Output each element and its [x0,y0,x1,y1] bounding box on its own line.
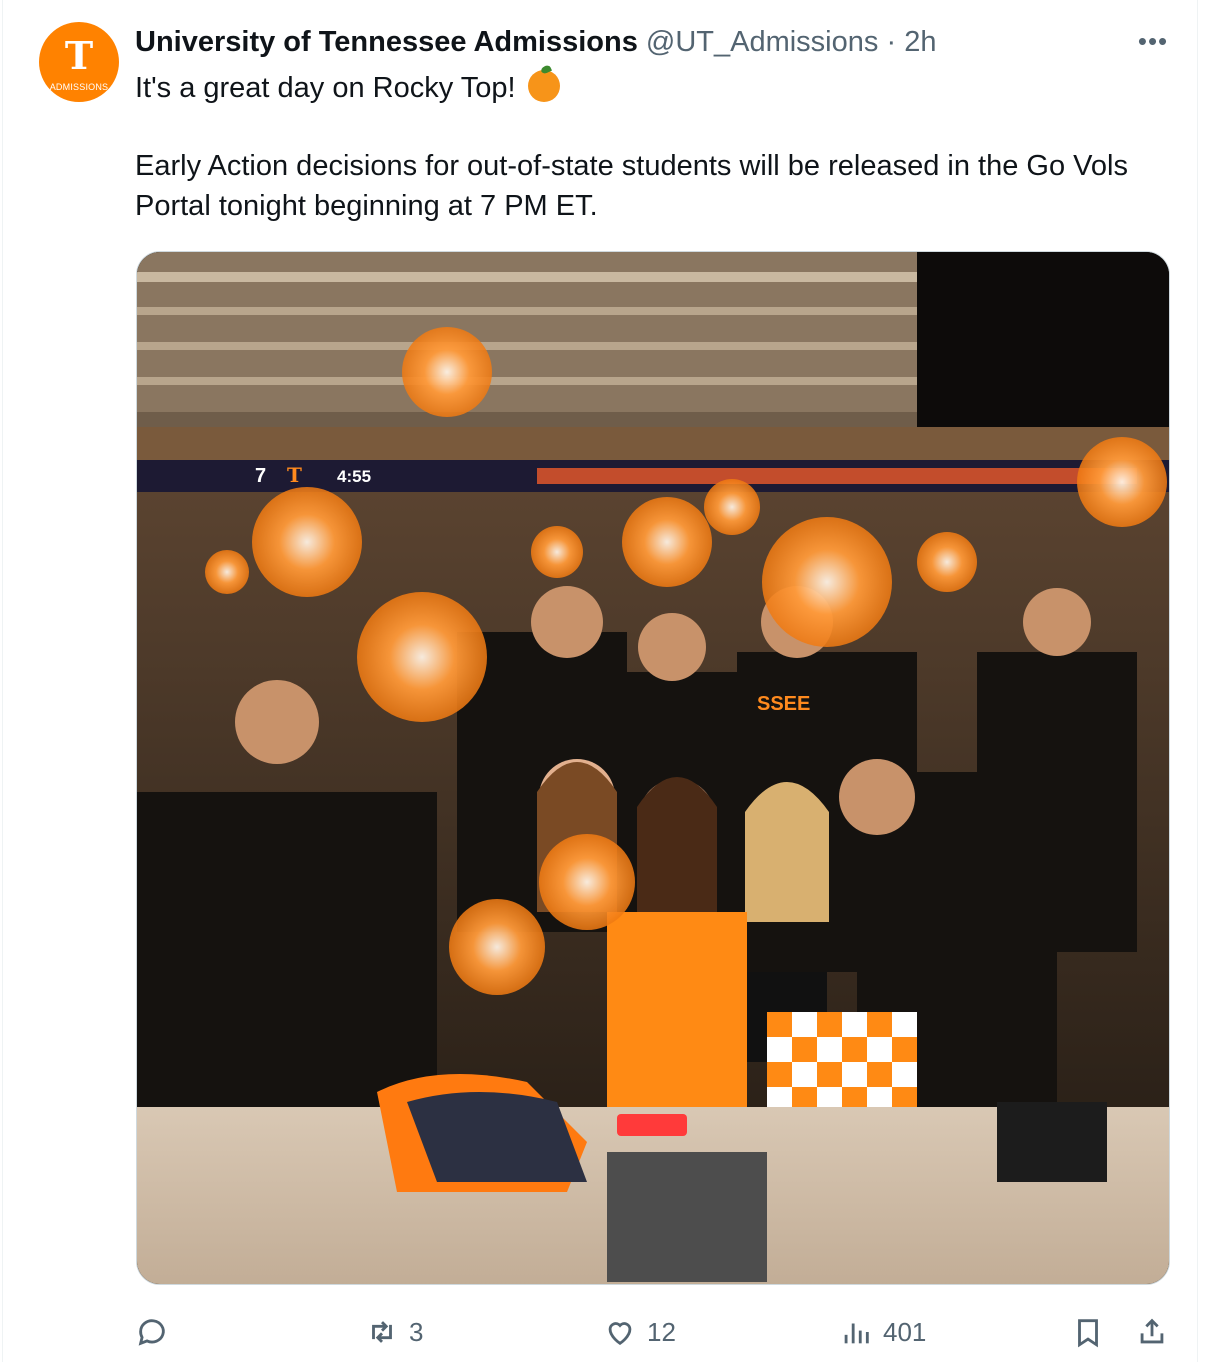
tweet-text-line1: It's a great day on Rocky Top! [135,72,516,104]
views-button[interactable]: 401 [839,1308,926,1356]
scoreboard-letter: T [287,463,302,487]
avatar[interactable]: T ADMISSIONS [39,22,119,102]
tweet-card[interactable]: T ADMISSIONS University of Tennessee Adm… [2,0,1198,1362]
avatar-letter: T [64,33,94,78]
timestamp[interactable]: 2h [904,26,936,58]
reply-icon [138,1319,165,1346]
tweet-text-body: Early Action decisions for out-of-state … [135,150,1128,222]
tweet-text: It's a great day on Rocky Top! Early Act… [135,68,1169,226]
like-count: 12 [647,1316,676,1347]
author-handle[interactable]: @UT_Admissions [646,26,879,58]
scoreboard-score: 7 [255,465,266,487]
tweet-header: University of Tennessee Admissions @UT_A… [135,24,936,60]
share-button[interactable] [1135,1308,1169,1356]
tweet-photo[interactable]: 7 T 4:55 SSEE [136,251,1170,1285]
heart-icon [608,1322,632,1346]
like-button[interactable]: 12 [603,1308,676,1356]
reply-button[interactable] [135,1308,179,1356]
more-options-icon[interactable]: ••• [1133,26,1173,56]
bookmark-button[interactable] [1071,1308,1105,1356]
retweet-button[interactable]: 3 [365,1308,423,1356]
bookmark-icon [1078,1319,1098,1348]
orange-emoji-icon [527,70,560,102]
tweet-actions: 3 12 401 [135,1308,1175,1356]
separator: · [886,26,897,58]
avatar-caption: ADMISSIONS [49,82,109,92]
scoreboard-clock: 4:55 [337,467,371,486]
author-name[interactable]: University of Tennessee Admissions [135,26,638,58]
stadium-crowd-image: 7 T 4:55 SSEE [137,252,1169,1284]
share-icon [1140,1318,1164,1344]
views-count: 401 [883,1316,927,1347]
views-chart-icon [844,1323,869,1344]
shirt-text: SSEE [757,693,810,715]
retweet-count: 3 [409,1316,424,1347]
retweet-icon [372,1321,392,1343]
